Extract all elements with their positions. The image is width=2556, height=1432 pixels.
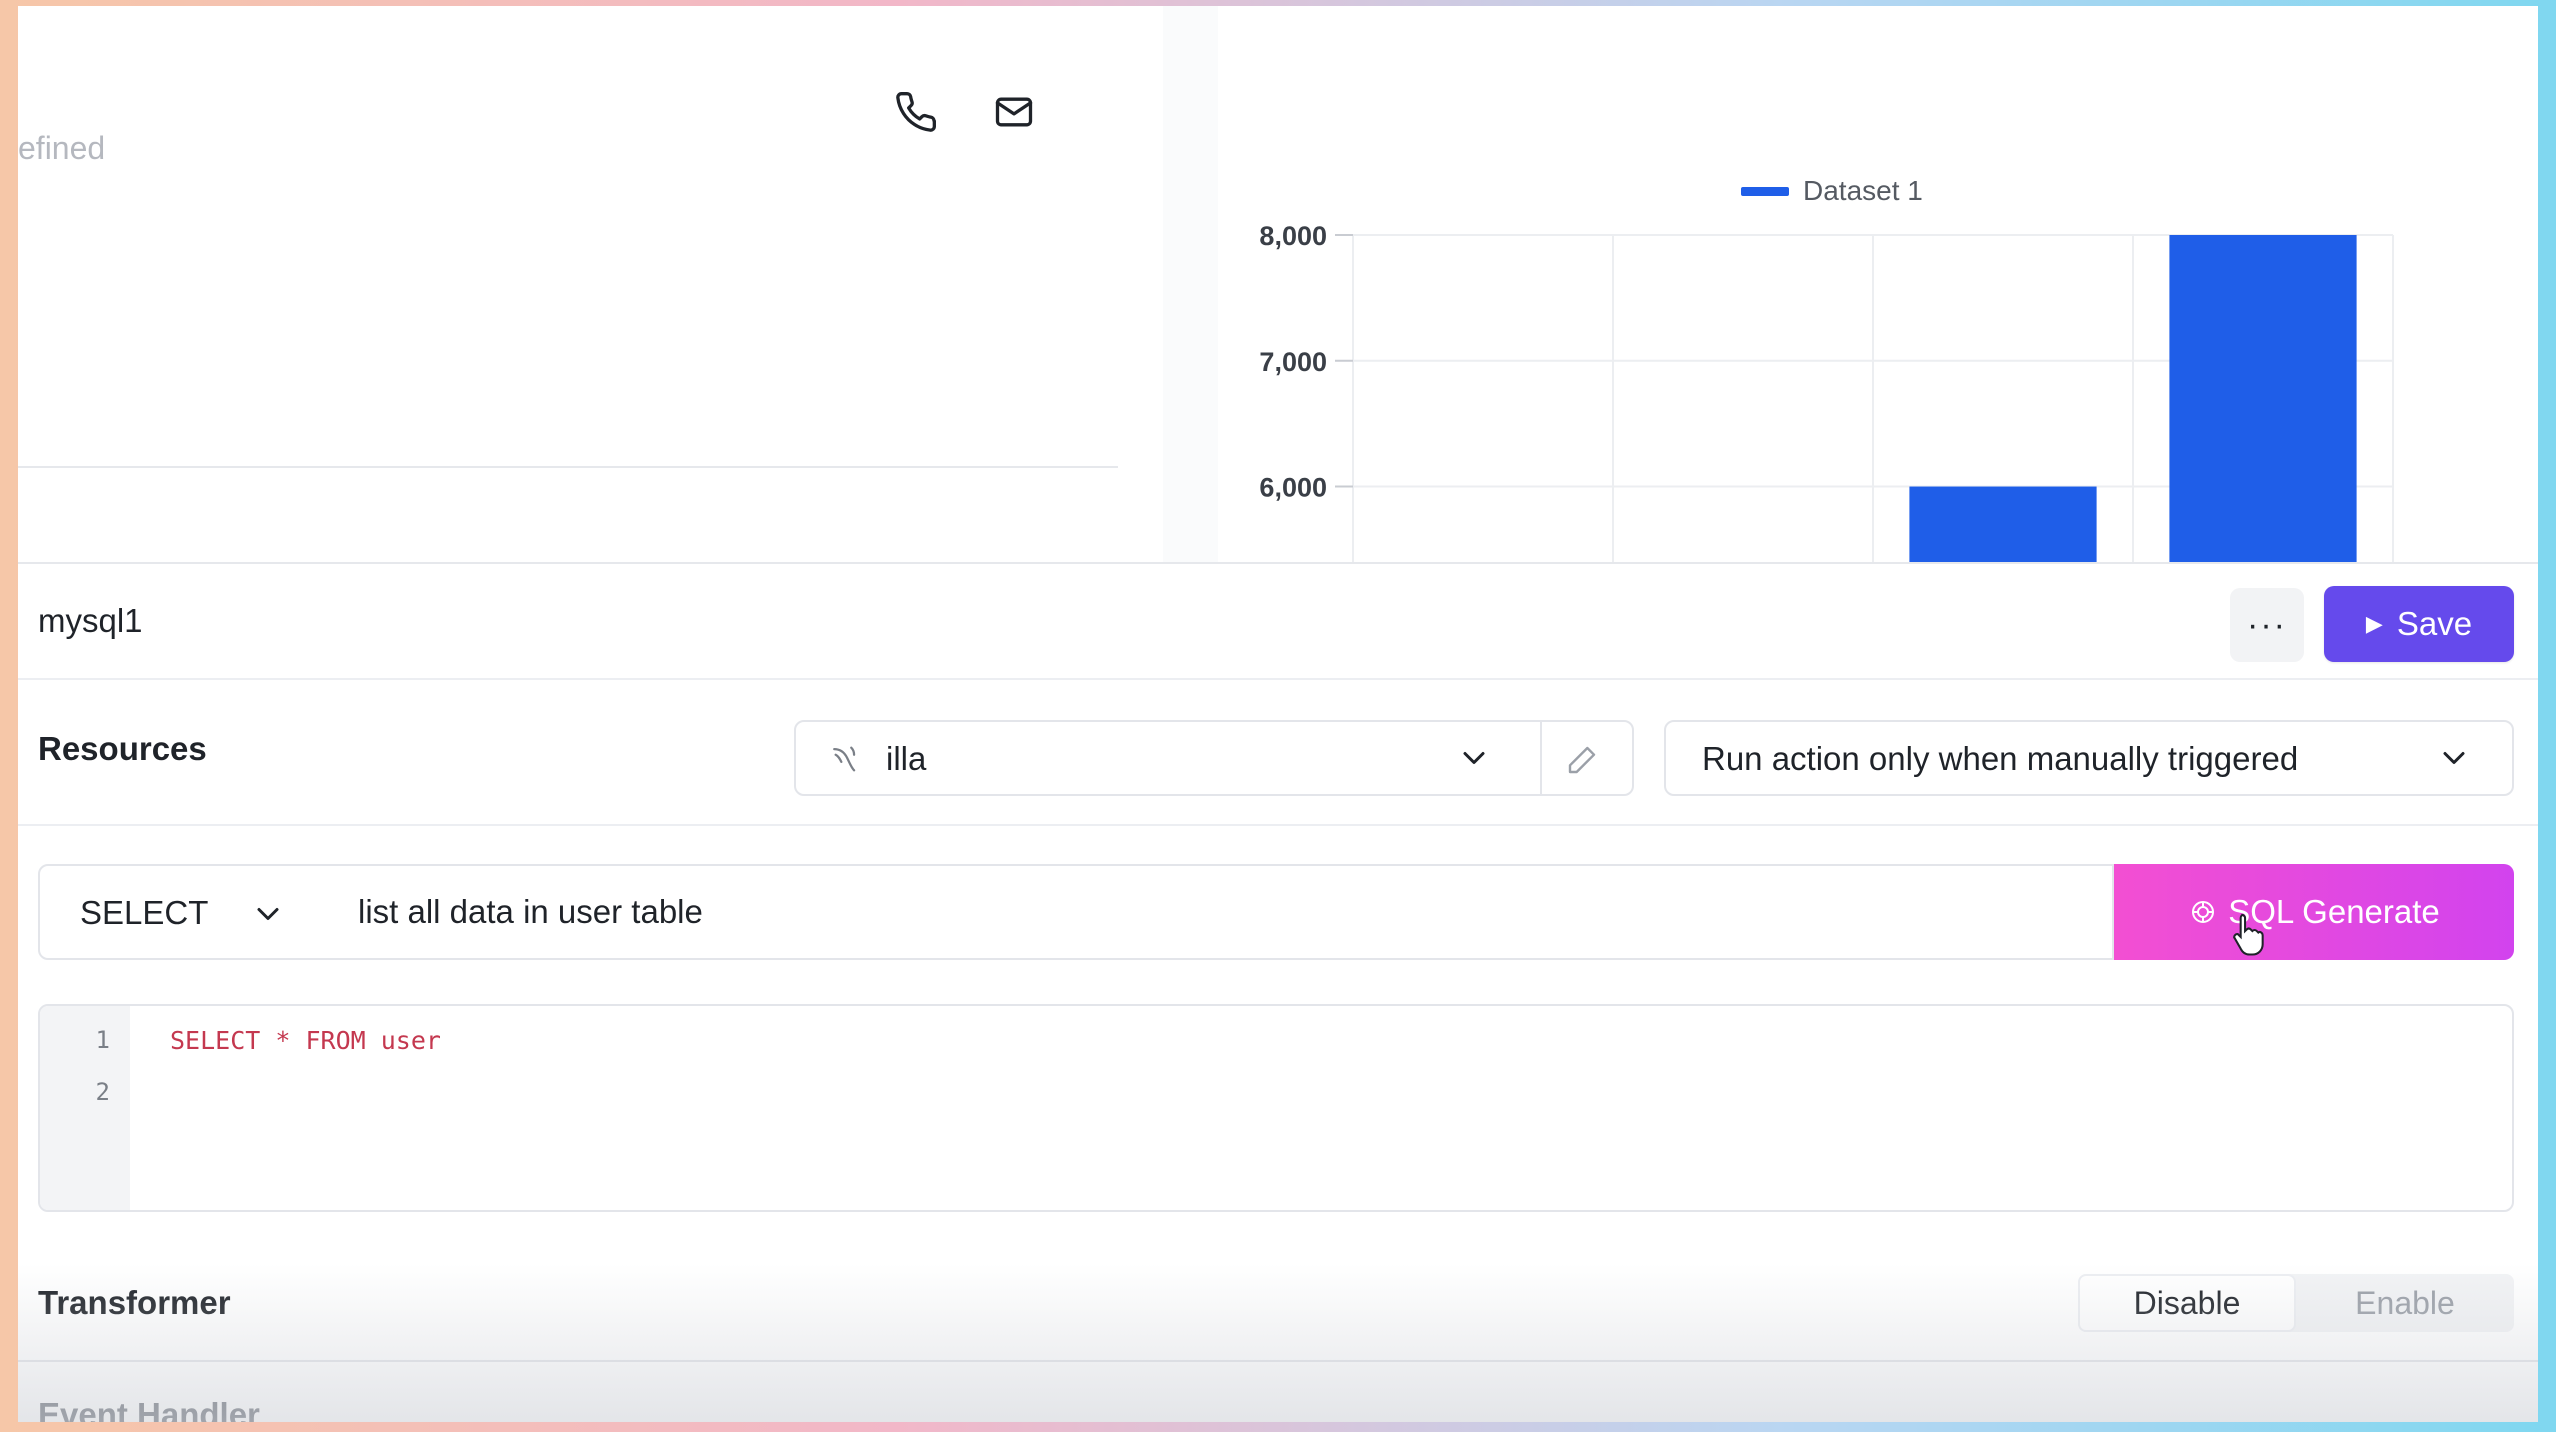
chart-svg: 8,000 7,000 6,000 Dataset 1	[1259, 175, 2394, 562]
card-text: efined	[18, 130, 106, 166]
y-tick-label: 7,000	[1259, 347, 1327, 377]
openai-icon	[2192, 901, 2215, 923]
line-gutter: 1 2	[40, 1006, 130, 1210]
sql-type-value: SELECT	[80, 894, 209, 931]
resources-label: Resources	[38, 730, 207, 767]
chevron-down-icon	[2443, 752, 2465, 764]
resource-split	[1540, 722, 1542, 794]
card-divider	[18, 466, 1118, 468]
more-options-button[interactable]: ···	[2230, 588, 2304, 662]
transformer-row: Transformer Disable Enable	[18, 1254, 2538, 1354]
panel-gap	[1163, 6, 1218, 562]
sql-type-select[interactable]: SELECT	[38, 864, 320, 960]
sql-code-editor[interactable]: 1 2 SELECT * FROM user	[38, 1004, 2514, 1212]
bar-dataset-1	[2169, 235, 2357, 562]
phone-icon[interactable]	[894, 90, 938, 134]
resource-select[interactable]: illa	[794, 720, 1634, 796]
sql-generate-row: SELECT list all data in user table SQL G…	[38, 864, 2514, 960]
app-frame: efined 8,000 7,000 6,000 Dataset 1 mysql1 ·…	[18, 6, 2538, 1422]
legend-swatch	[1741, 187, 1789, 196]
transformer-disable-option[interactable]: Disable	[2078, 1274, 2296, 1332]
bar-chart: 8,000 7,000 6,000 Dataset 1	[1218, 6, 2433, 562]
line-number: 2	[95, 1078, 110, 1106]
y-tick-label: 8,000	[1259, 221, 1327, 251]
section-divider	[18, 1360, 2538, 1362]
edit-resource-icon[interactable]	[1566, 744, 1598, 776]
event-handler-label: Event Handler	[38, 1396, 260, 1422]
bar-dataset-1	[1909, 486, 2097, 562]
action-name[interactable]: mysql1	[38, 602, 143, 640]
trigger-mode-value: Run action only when manually triggered	[1702, 740, 2299, 777]
chevron-down-icon	[257, 908, 279, 920]
canvas-area: efined 8,000 7,000 6,000 Dataset 1	[18, 6, 2538, 562]
transformer-toggle: Disable Enable	[2078, 1274, 2514, 1332]
transformer-enable-option[interactable]: Enable	[2296, 1274, 2514, 1332]
sql-generate-button[interactable]: SQL Generate	[2114, 864, 2514, 960]
hand-cursor-icon	[2233, 913, 2264, 956]
chevron-down-icon	[1463, 752, 1485, 764]
transformer-label: Transformer	[38, 1284, 231, 1321]
code-line: SELECT * FROM user	[170, 1026, 441, 1055]
legend-label: Dataset 1	[1803, 175, 1923, 206]
resources-row: Resources illa Run action only when manu…	[18, 680, 2538, 826]
line-number: 1	[95, 1026, 110, 1054]
save-label: Save	[2396, 605, 2473, 642]
save-button[interactable]: ▶ Save	[2324, 586, 2514, 662]
resource-value: illa	[886, 740, 927, 777]
ai-prompt-input[interactable]: list all data in user table	[318, 864, 2114, 960]
action-editor-panel: mysql1 ··· ▶ Save Resources illa Run act…	[18, 564, 2538, 1422]
trigger-mode-select[interactable]: Run action only when manually triggered	[1664, 720, 2514, 796]
play-icon: ▶	[2365, 611, 2383, 636]
mysql-icon	[833, 746, 856, 772]
y-tick-label: 6,000	[1259, 473, 1327, 503]
mail-icon[interactable]	[992, 90, 1036, 134]
action-header: mysql1 ··· ▶ Save	[18, 564, 2538, 680]
contact-card: efined	[18, 6, 1118, 562]
